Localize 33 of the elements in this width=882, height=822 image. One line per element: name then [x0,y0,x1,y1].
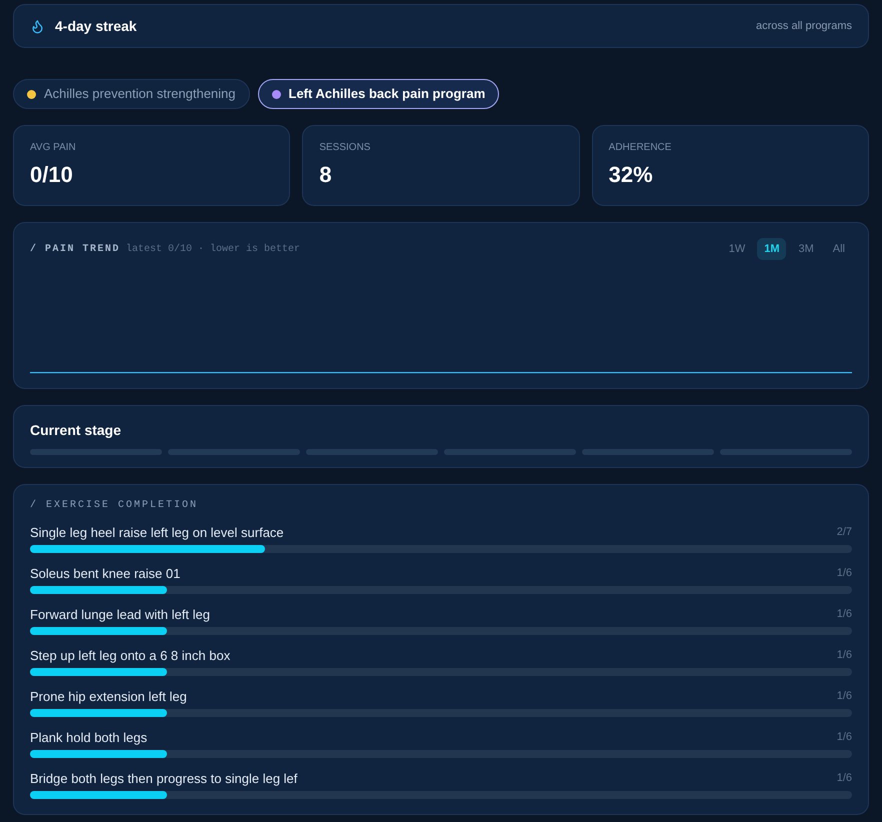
stat-value: 8 [319,161,333,189]
exercise-name: Prone hip extension left leg [30,688,187,706]
flame-icon [30,18,45,34]
stat-label: AVG PAIN [30,141,77,155]
program-chip[interactable]: Left Achilles back pain program [258,79,500,109]
exercise-name: Bridge both legs then progress to single leg lef [30,770,298,788]
pain-trend-title: / PAIN TREND [30,242,120,256]
exercise-completion-title: / EXERCISE COMPLETION [30,499,200,513]
streak-title: 4-day streak [55,16,137,36]
stat-value: 32% [608,161,654,189]
range-tab[interactable]: 1M [757,238,786,260]
exercise-name: Step up left leg onto a 6 8 inch box [30,646,230,665]
exercise-count: 1/6 [836,689,852,704]
streak-scope: across all programs [756,18,852,34]
range-tab[interactable]: 1W [722,238,752,260]
program-chip[interactable]: Achilles prevention strengthening [13,79,250,109]
stat-label: SESSIONS [319,141,372,155]
stat-value: 0/10 [30,161,74,189]
exercise-count: 1/6 [836,566,852,582]
exercise-name: Plank hold both legs [30,728,148,747]
exercise-count: 1/6 [836,648,852,664]
current-stage-title: Current stage [30,421,122,440]
exercise-name: Soleus bent knee raise 01 [30,564,180,583]
range-tab[interactable]: 3M [791,238,821,260]
exercise-count: 1/6 [836,730,852,746]
pain-trend-subtitle: latest 0/10 · lower is better [126,242,300,256]
exercise-name: Forward lunge lead with left leg [30,606,210,624]
exercise-count: 1/6 [836,607,852,622]
stat-label: ADHERENCE [608,141,672,155]
exercise-name: Single leg heel raise left leg on level surface [30,524,284,542]
range-tab[interactable]: All [826,238,852,260]
exercise-count: 2/7 [836,525,852,540]
exercise-count: 1/6 [836,771,852,786]
